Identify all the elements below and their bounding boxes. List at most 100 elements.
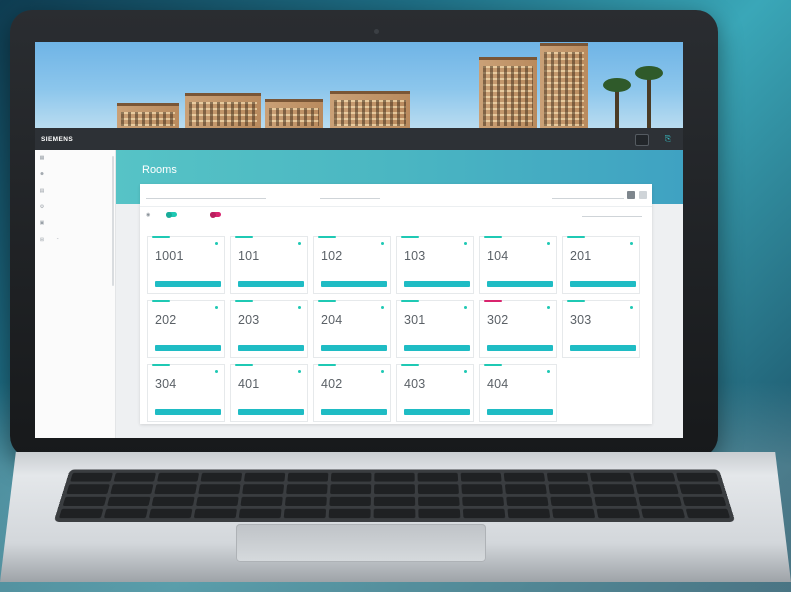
room-action-button[interactable] (487, 281, 553, 287)
keyboard-key (328, 508, 371, 519)
list-view-icon[interactable] (639, 191, 647, 199)
hotel-banner-image (35, 42, 683, 128)
keyboard-key (550, 496, 593, 506)
room-action-button[interactable] (238, 409, 304, 415)
room-status-dot (298, 306, 301, 309)
room-card[interactable]: 203 (230, 300, 308, 358)
sidebar-scrollbar[interactable] (112, 156, 114, 286)
room-status-bar (401, 236, 419, 238)
keyboard-key (676, 472, 719, 482)
notification-icon[interactable]: ⎘ (663, 134, 673, 144)
trackpad (236, 524, 486, 562)
sidebar-subitem[interactable] (35, 378, 115, 394)
sidebar-subitem[interactable] (35, 297, 115, 313)
keyboard-key (462, 508, 506, 519)
sidebar-subitem[interactable] (35, 329, 115, 345)
room-action-button[interactable] (155, 345, 221, 351)
keyboard-key (418, 496, 460, 506)
room-card[interactable]: 302 (479, 300, 557, 358)
room-card[interactable]: 301 (396, 300, 474, 358)
sidebar-item-rooms[interactable]: ▣ (35, 215, 115, 231)
sidebar-item-guests[interactable]: ☻ (35, 166, 115, 182)
main-content: Rooms ◉ 1001 101 102 103 104 201 202 203… (116, 150, 683, 438)
keyboard-key (287, 472, 329, 482)
keyboard-key (507, 508, 551, 519)
room-action-button[interactable] (487, 345, 553, 351)
keyboard-key (635, 484, 679, 494)
keyboard-key (113, 472, 157, 482)
sidebar-item-components[interactable]: ⊞ ⌃ (35, 231, 115, 247)
room-card[interactable]: 202 (147, 300, 225, 358)
room-card[interactable]: 404 (479, 364, 557, 422)
room-action-button[interactable] (321, 345, 387, 351)
person-icon: ☻ (39, 171, 45, 178)
room-action-button[interactable] (404, 345, 470, 351)
room-card[interactable]: 402 (313, 364, 391, 422)
sidebar-subitem[interactable] (35, 362, 115, 378)
sidebar-subitem[interactable] (35, 313, 115, 329)
keyboard-key (679, 484, 723, 494)
room-status-dot (381, 370, 384, 373)
keyboard-key (103, 508, 148, 519)
room-card[interactable]: 303 (562, 300, 640, 358)
grid-view-icon[interactable] (627, 191, 635, 199)
sidebar-subitem[interactable] (35, 264, 115, 280)
chevron-up-icon[interactable]: ⌃ (56, 237, 59, 242)
sidebar-subitem[interactable] (35, 346, 115, 362)
room-action-button[interactable] (321, 409, 387, 415)
sidebar-subitem[interactable] (35, 280, 115, 296)
room-number: 204 (321, 313, 343, 327)
room-action-button[interactable] (404, 409, 470, 415)
filter-input[interactable] (146, 190, 266, 199)
alert-toggle[interactable] (210, 212, 221, 217)
room-action-button[interactable] (155, 409, 221, 415)
sidebar-subitem[interactable] (35, 248, 115, 264)
sidebar-item-settings[interactable]: ⚙ (35, 199, 115, 215)
room-card[interactable]: 102 (313, 236, 391, 294)
room-card[interactable]: 304 (147, 364, 225, 422)
keyboard-key (284, 496, 327, 506)
room-number: 103 (404, 249, 426, 263)
occupied-toggle[interactable] (166, 212, 177, 217)
room-card[interactable]: 204 (313, 300, 391, 358)
room-status-bar (484, 300, 502, 302)
sidebar-item-dashboard[interactable]: ▦ (35, 150, 115, 166)
keyboard-key (330, 484, 372, 494)
keyboard-key (374, 484, 415, 494)
room-action-button[interactable] (155, 281, 221, 287)
keyboard-key (460, 472, 502, 482)
room-action-button[interactable] (321, 281, 387, 287)
keyboard-key (154, 484, 197, 494)
room-action-button[interactable] (404, 281, 470, 287)
room-card[interactable]: 1001 (147, 236, 225, 294)
keyboard-key (62, 496, 107, 506)
room-status-dot (298, 242, 301, 245)
room-action-button[interactable] (238, 345, 304, 351)
room-action-button[interactable] (238, 281, 304, 287)
room-action-button[interactable] (570, 345, 636, 351)
floor-dropdown[interactable] (320, 190, 380, 199)
room-card[interactable]: 103 (396, 236, 474, 294)
sort-dropdown[interactable] (582, 211, 642, 217)
sidebar-subitem[interactable] (35, 394, 115, 410)
keyboard-key (503, 472, 546, 482)
room-status-bar (318, 300, 336, 302)
search-input[interactable] (552, 190, 624, 199)
room-card[interactable]: 201 (562, 236, 640, 294)
room-card[interactable]: 101 (230, 236, 308, 294)
building-selector-button[interactable] (635, 134, 649, 146)
app-header: SIEMENS ⎘ (35, 128, 683, 150)
room-action-button[interactable] (487, 409, 553, 415)
sidebar-subitem[interactable] (35, 427, 115, 438)
room-action-button[interactable] (570, 281, 636, 287)
keyboard-key (589, 472, 633, 482)
room-card[interactable]: 403 (396, 364, 474, 422)
room-number: 404 (487, 377, 509, 391)
room-status-dot (547, 242, 550, 245)
room-card[interactable]: 401 (230, 364, 308, 422)
sidebar-item-schedule[interactable]: ▤ (35, 183, 115, 199)
sidebar-subitem[interactable] (35, 411, 115, 427)
keyboard-key (506, 496, 549, 506)
filter-icon[interactable]: ◉ (146, 212, 150, 218)
room-card[interactable]: 104 (479, 236, 557, 294)
